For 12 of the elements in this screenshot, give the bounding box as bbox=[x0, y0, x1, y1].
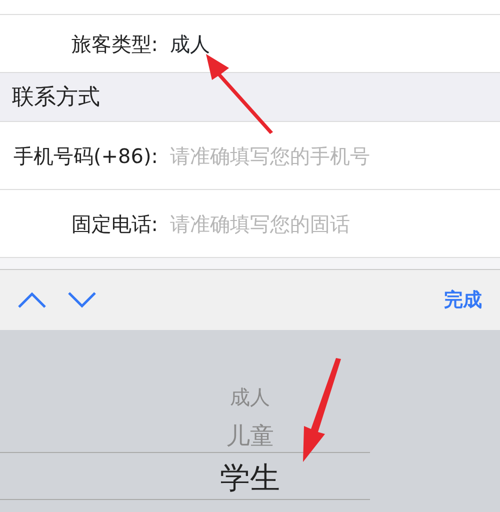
up-chevron-icon[interactable] bbox=[18, 292, 46, 308]
picker-option[interactable]: 学生 bbox=[220, 456, 280, 501]
section-header: 联系方式 bbox=[0, 73, 500, 122]
input-field[interactable]: 请准确填写您的固话 bbox=[170, 208, 470, 238]
input-field[interactable]: 请准确填写您的手机号 bbox=[170, 140, 470, 170]
field-label: 固定电话: bbox=[70, 210, 159, 238]
field-label: 手机号码(+86): bbox=[12, 142, 159, 170]
done-button[interactable]: 完成 bbox=[444, 286, 482, 314]
down-chevron-icon[interactable] bbox=[68, 292, 96, 308]
passenger-type-value[interactable]: 成人 bbox=[170, 28, 210, 58]
picker-wheel[interactable]: 成人 儿童 学生 bbox=[0, 330, 500, 512]
field-label: 旅客类型: bbox=[70, 30, 159, 58]
